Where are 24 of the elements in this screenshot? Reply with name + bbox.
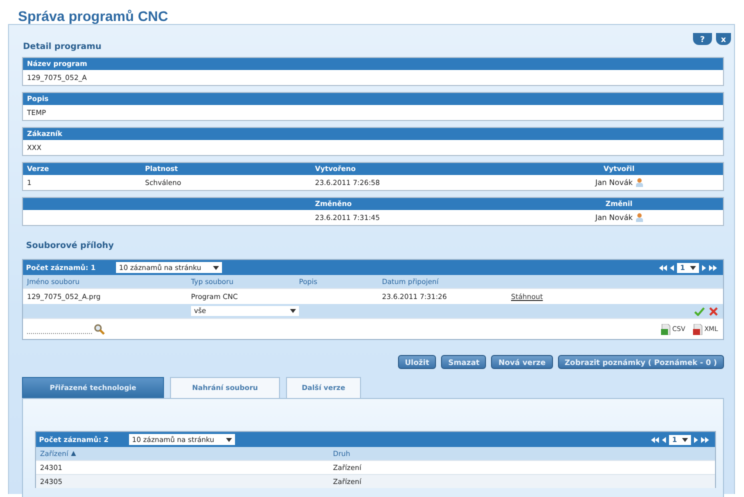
caret-icon[interactable] [290, 309, 296, 313]
last-page-icon[interactable] [701, 436, 709, 442]
caret-icon[interactable] [213, 266, 220, 270]
person-icon [636, 213, 643, 222]
previous-page-icon[interactable] [662, 436, 666, 442]
person-icon [636, 178, 643, 187]
previous-page-icon[interactable] [670, 264, 674, 270]
first-page-icon[interactable] [659, 264, 668, 270]
caret-icon[interactable] [226, 438, 232, 442]
sort-ascending-icon[interactable] [71, 451, 76, 456]
page-title: Správa programů CNC [17, 7, 170, 24]
section-heading: Detail programu [22, 41, 102, 54]
caret-icon[interactable] [690, 266, 696, 270]
last-page-icon[interactable] [709, 264, 717, 270]
close-icon[interactable] [709, 306, 718, 316]
check-icon[interactable] [694, 306, 705, 316]
caret-icon[interactable] [682, 438, 688, 442]
next-page-icon[interactable] [702, 264, 706, 270]
first-page-icon[interactable] [651, 436, 660, 442]
next-page-icon[interactable] [694, 436, 698, 442]
section-heading: Souborové přílohy [25, 240, 114, 253]
help-button[interactable]: ? [693, 33, 712, 45]
close-button[interactable]: x [716, 33, 731, 45]
search-icon[interactable] [94, 324, 105, 334]
